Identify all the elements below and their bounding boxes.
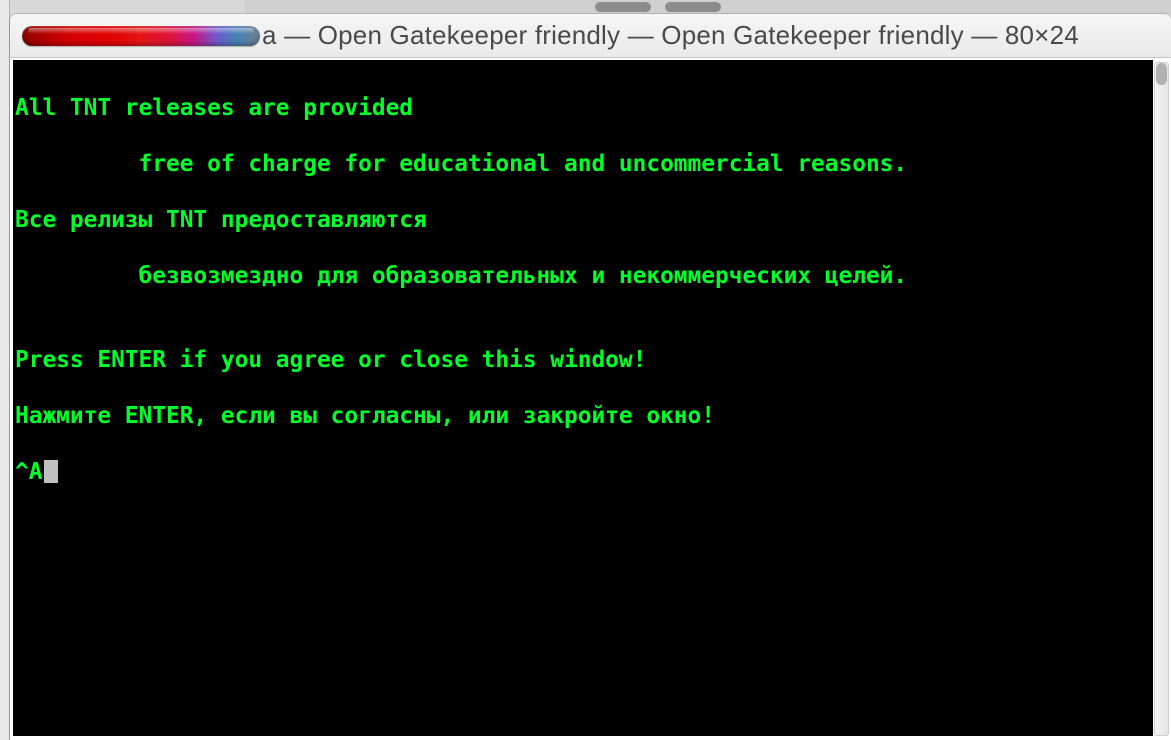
window-controls-close-minimize-zoom[interactable] (22, 26, 260, 46)
window-title: a — Open Gatekeeper friendly — Open Gate… (262, 20, 1163, 51)
terminal-content[interactable]: All TNT releases are provided free of ch… (13, 60, 1153, 736)
terminal-line: Press ENTER if you agree or close this w… (13, 346, 1153, 374)
terminal-line: free of charge for educational and uncom… (13, 150, 1153, 178)
background-menubar-item (595, 2, 651, 12)
window-titlebar[interactable]: a — Open Gatekeeper friendly — Open Gate… (10, 14, 1171, 58)
terminal-line: Нажмите ENTER, если вы согласны, или зак… (13, 402, 1153, 430)
scrollbar-thumb[interactable] (1156, 63, 1167, 85)
terminal-cursor (44, 460, 58, 483)
vertical-scrollbar[interactable] (1154, 62, 1169, 736)
terminal-line: Все релизы TNT предоставляются (13, 206, 1153, 234)
terminal-line: безвозмездно для образовательных и неком… (13, 262, 1153, 290)
background-window-edge (0, 0, 10, 740)
background-menubar-item (665, 2, 721, 12)
terminal-window: a — Open Gatekeeper friendly — Open Gate… (10, 14, 1171, 740)
terminal-prompt-line: ^A (13, 458, 1153, 486)
background-menubar (245, 0, 1171, 14)
terminal-prompt-text: ^A (15, 459, 42, 485)
terminal-line: All TNT releases are provided (13, 94, 1153, 122)
terminal-frame: All TNT releases are provided free of ch… (10, 58, 1171, 740)
